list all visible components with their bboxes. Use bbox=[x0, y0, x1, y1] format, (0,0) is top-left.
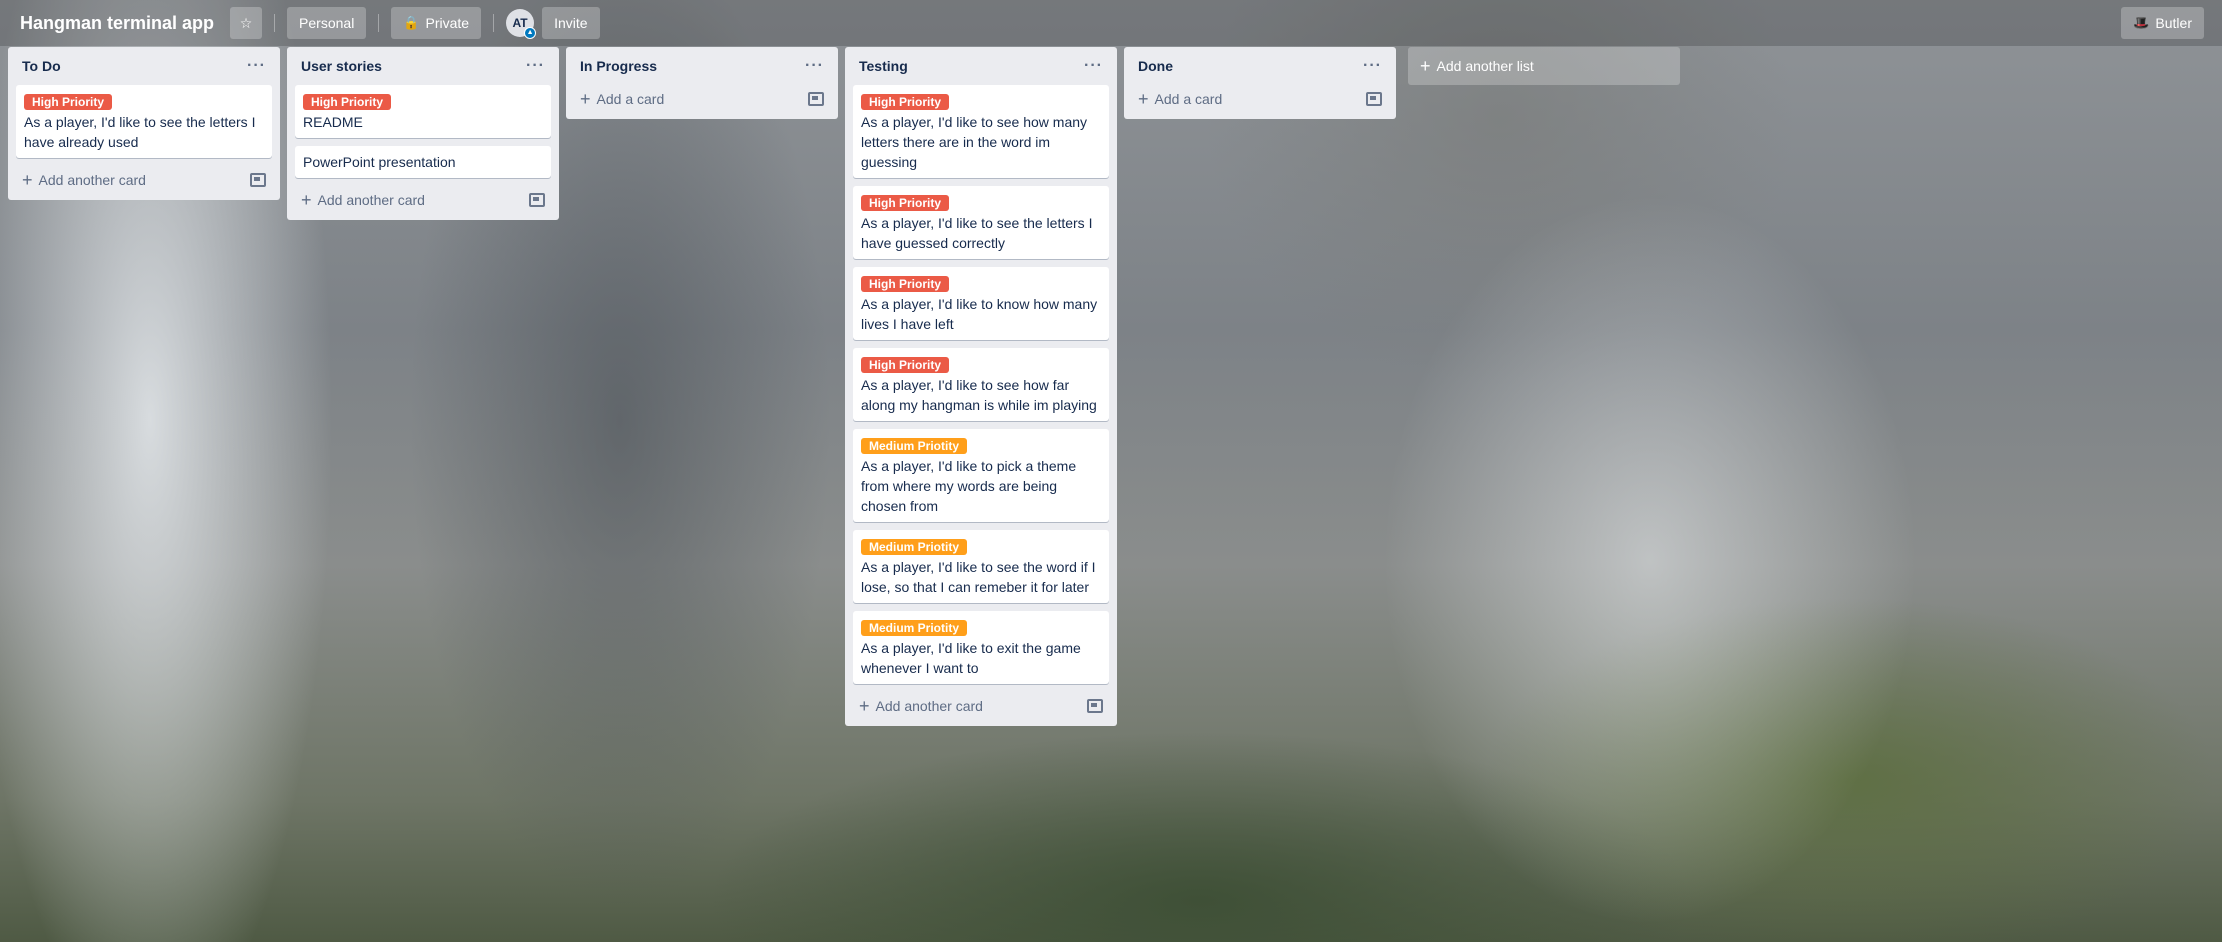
plus-icon: + bbox=[22, 170, 33, 190]
list-header: To Do ··· bbox=[16, 47, 272, 85]
list-menu-icon[interactable]: ··· bbox=[247, 57, 266, 75]
add-card-label: Add another card bbox=[875, 698, 983, 714]
card-title: As a player, I'd like to pick a theme fr… bbox=[861, 458, 1077, 514]
add-card-button[interactable]: + Add a card bbox=[1138, 90, 1222, 108]
butler-button[interactable]: 🎩 Butler bbox=[2121, 7, 2204, 39]
add-card-label: Add a card bbox=[596, 91, 665, 107]
list-menu-icon[interactable]: ··· bbox=[1084, 57, 1103, 75]
card-title: As a player, I'd like to know how many l… bbox=[861, 296, 1098, 332]
list-title[interactable]: Testing bbox=[859, 58, 908, 74]
invite-label: Invite bbox=[554, 15, 588, 31]
list-card[interactable]: High Priority As a player, I'd like to kn… bbox=[853, 267, 1109, 340]
card-template-icon[interactable] bbox=[1087, 699, 1103, 713]
list-menu-icon[interactable]: ··· bbox=[805, 57, 824, 75]
list-header: Done ··· bbox=[1132, 47, 1388, 85]
lock-icon: 🔒 bbox=[403, 15, 420, 30]
board-title[interactable]: Hangman terminal app bbox=[20, 13, 214, 34]
priority-label: Medium Priotity bbox=[861, 438, 968, 454]
list-card[interactable]: High Priority README bbox=[295, 85, 551, 138]
priority-label: Medium Priotity bbox=[861, 620, 968, 636]
card-template-icon[interactable] bbox=[250, 173, 266, 187]
list-card[interactable]: Medium Priotity As a player, I'd like to … bbox=[853, 611, 1109, 684]
list-footer: + Add another card bbox=[853, 692, 1109, 720]
butler-icon: 🎩 bbox=[2133, 15, 2150, 30]
list-to-do: To Do ··· High Priority As a player, I'd li… bbox=[8, 47, 280, 200]
add-card-button[interactable]: + Add another card bbox=[22, 171, 146, 189]
list-card[interactable]: PowerPoint presentation bbox=[295, 146, 551, 178]
list-footer: + Add a card bbox=[1132, 85, 1388, 113]
priority-label: High Priority bbox=[861, 276, 950, 292]
add-card-label: Add another card bbox=[38, 172, 146, 188]
plus-icon: + bbox=[580, 89, 591, 109]
card-template-icon[interactable] bbox=[529, 193, 545, 207]
list-card[interactable]: Medium Priotity As a player, I'd like to … bbox=[853, 530, 1109, 603]
priority-label: High Priority bbox=[861, 94, 950, 110]
list-card[interactable]: High Priority As a player, I'd like to se… bbox=[853, 85, 1109, 178]
add-card-button[interactable]: + Add another card bbox=[859, 697, 983, 715]
add-card-label: Add another card bbox=[317, 192, 425, 208]
list-footer: + Add another card bbox=[295, 186, 551, 214]
privacy-button[interactable]: 🔒 Private bbox=[391, 7, 482, 39]
card-title: README bbox=[303, 114, 363, 130]
butler-label: Butler bbox=[2155, 15, 2192, 31]
add-list-label: Add another list bbox=[1436, 58, 1534, 74]
header-divider bbox=[378, 14, 380, 32]
list-card[interactable]: High Priority As a player, I'd like to se… bbox=[853, 186, 1109, 259]
admin-badge-icon: ▲ bbox=[524, 27, 537, 39]
list-title[interactable]: In Progress bbox=[580, 58, 657, 74]
list-title[interactable]: Done bbox=[1138, 58, 1173, 74]
list-card[interactable]: High Priority As a player, I'd like to se… bbox=[16, 85, 272, 158]
card-title: As a player, I'd like to see the word if… bbox=[861, 559, 1096, 595]
card-title: PowerPoint presentation bbox=[303, 154, 456, 170]
private-label: Private bbox=[425, 15, 470, 31]
list-title[interactable]: User stories bbox=[301, 58, 382, 74]
plus-icon: + bbox=[1138, 89, 1149, 109]
add-card-label: Add a card bbox=[1154, 91, 1223, 107]
priority-label: High Priority bbox=[303, 94, 392, 110]
list-title[interactable]: To Do bbox=[22, 58, 61, 74]
card-template-icon[interactable] bbox=[1366, 92, 1382, 106]
header-divider bbox=[493, 14, 495, 32]
priority-label: High Priority bbox=[861, 195, 950, 211]
add-card-button[interactable]: + Add another card bbox=[301, 191, 425, 209]
add-list-button[interactable]: + Add another list bbox=[1408, 47, 1680, 85]
card-title: As a player, I'd like to see how many le… bbox=[861, 114, 1088, 170]
list-footer: + Add a card bbox=[574, 85, 830, 113]
list-footer: + Add another card bbox=[16, 166, 272, 194]
list-card[interactable]: High Priority As a player, I'd like to se… bbox=[853, 348, 1109, 421]
list-testing: Testing ··· High Priority As a player, I'd … bbox=[845, 47, 1117, 726]
card-title: As a player, I'd like to see the letters… bbox=[861, 215, 1093, 251]
board-header: Hangman terminal app ☆ Personal 🔒 Privat… bbox=[0, 0, 2222, 46]
list-user-stories: User stories ··· High Priority README PowerP… bbox=[287, 47, 559, 220]
plus-icon: + bbox=[859, 696, 870, 716]
list-header: In Progress ··· bbox=[574, 47, 830, 85]
plus-icon: + bbox=[1420, 56, 1431, 76]
card-template-icon[interactable] bbox=[808, 92, 824, 106]
card-title: As a player, I'd like to see how far alo… bbox=[861, 377, 1097, 413]
list-header: Testing ··· bbox=[853, 47, 1109, 85]
star-board-button[interactable]: ☆ bbox=[230, 7, 263, 39]
invite-button[interactable]: Invite bbox=[542, 7, 600, 39]
list-done: Done ··· + Add a card bbox=[1124, 47, 1396, 119]
personal-label: Personal bbox=[299, 15, 355, 31]
card-title: As a player, I'd like to see the letters… bbox=[24, 114, 256, 150]
priority-label: Medium Priotity bbox=[861, 539, 968, 555]
list-menu-icon[interactable]: ··· bbox=[526, 57, 545, 75]
list-in-progress: In Progress ··· + Add a card bbox=[566, 47, 838, 119]
list-menu-icon[interactable]: ··· bbox=[1363, 57, 1382, 75]
star-icon: ☆ bbox=[239, 14, 253, 31]
header-divider bbox=[274, 14, 276, 32]
plus-icon: + bbox=[301, 190, 312, 210]
list-header: User stories ··· bbox=[295, 47, 551, 85]
list-card[interactable]: Medium Priotity As a player, I'd like to … bbox=[853, 429, 1109, 522]
priority-label: High Priority bbox=[24, 94, 113, 110]
member-avatar[interactable]: AT ▲ bbox=[506, 9, 537, 39]
priority-label: High Priority bbox=[861, 357, 950, 373]
add-card-button[interactable]: + Add a card bbox=[580, 90, 664, 108]
team-visibility-button[interactable]: Personal bbox=[287, 7, 367, 39]
card-title: As a player, I'd like to exit the game w… bbox=[861, 640, 1081, 676]
